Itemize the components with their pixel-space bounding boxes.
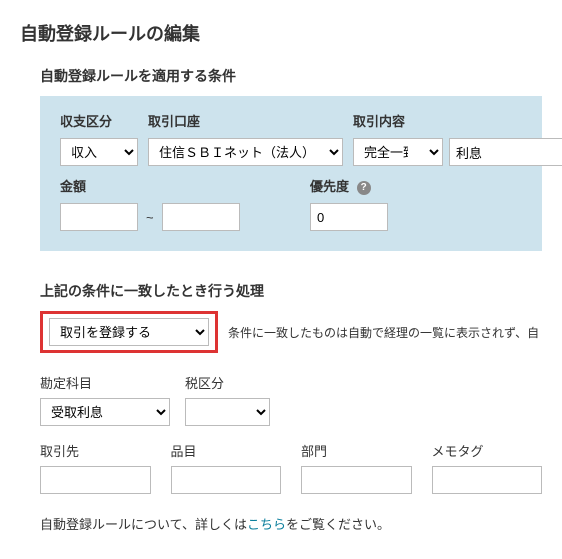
balance-type-select[interactable]: 収入	[60, 138, 138, 166]
amount-from-input[interactable]	[60, 203, 138, 231]
priority-label: 優先度 ?	[310, 176, 388, 195]
amount-to-input[interactable]	[162, 203, 240, 231]
memo-tag-label: メモタグ	[432, 441, 543, 460]
item-input[interactable]	[171, 466, 282, 494]
tilde-symbol: ~	[146, 210, 154, 225]
account-label: 取引口座	[148, 111, 343, 130]
priority-input[interactable]	[310, 203, 388, 231]
footer-note: 自動登録ルールについて、詳しくはこちらをご覧ください。	[40, 514, 542, 533]
section-label: 部門	[301, 441, 412, 460]
action-heading: 上記の条件に一致したとき行う処理	[40, 281, 542, 301]
tax-type-label: 税区分	[185, 373, 270, 392]
account-item-select[interactable]: 受取利息	[40, 398, 170, 426]
balance-type-label: 収支区分	[60, 111, 138, 130]
account-select[interactable]: 住信ＳＢＩネット（法人）	[148, 138, 343, 166]
partner-input[interactable]	[40, 466, 151, 494]
footer-link[interactable]: こちら	[247, 517, 286, 532]
action-select[interactable]: 取引を登録する	[49, 318, 209, 346]
help-icon[interactable]: ?	[357, 181, 371, 195]
action-note: 条件に一致したものは自動で経理の一覧に表示されず、自	[228, 324, 539, 341]
amount-label: 金額	[60, 176, 280, 195]
account-item-label: 勘定科目	[40, 373, 170, 392]
action-select-highlight: 取引を登録する	[40, 311, 218, 353]
content-label: 取引内容	[353, 111, 562, 130]
partner-label: 取引先	[40, 441, 151, 460]
match-type-select[interactable]: 完全一致	[353, 138, 443, 166]
item-label: 品目	[171, 441, 282, 460]
page-title: 自動登録ルールの編集	[20, 20, 542, 46]
content-input[interactable]	[449, 138, 562, 166]
condition-heading: 自動登録ルールを適用する条件	[40, 66, 542, 86]
tax-type-select[interactable]	[185, 398, 270, 426]
condition-box: 収支区分 収入 取引口座 住信ＳＢＩネット（法人） 取引内容 完全一致 金額	[40, 96, 542, 251]
memo-tag-input[interactable]	[432, 466, 543, 494]
section-input[interactable]	[301, 466, 412, 494]
